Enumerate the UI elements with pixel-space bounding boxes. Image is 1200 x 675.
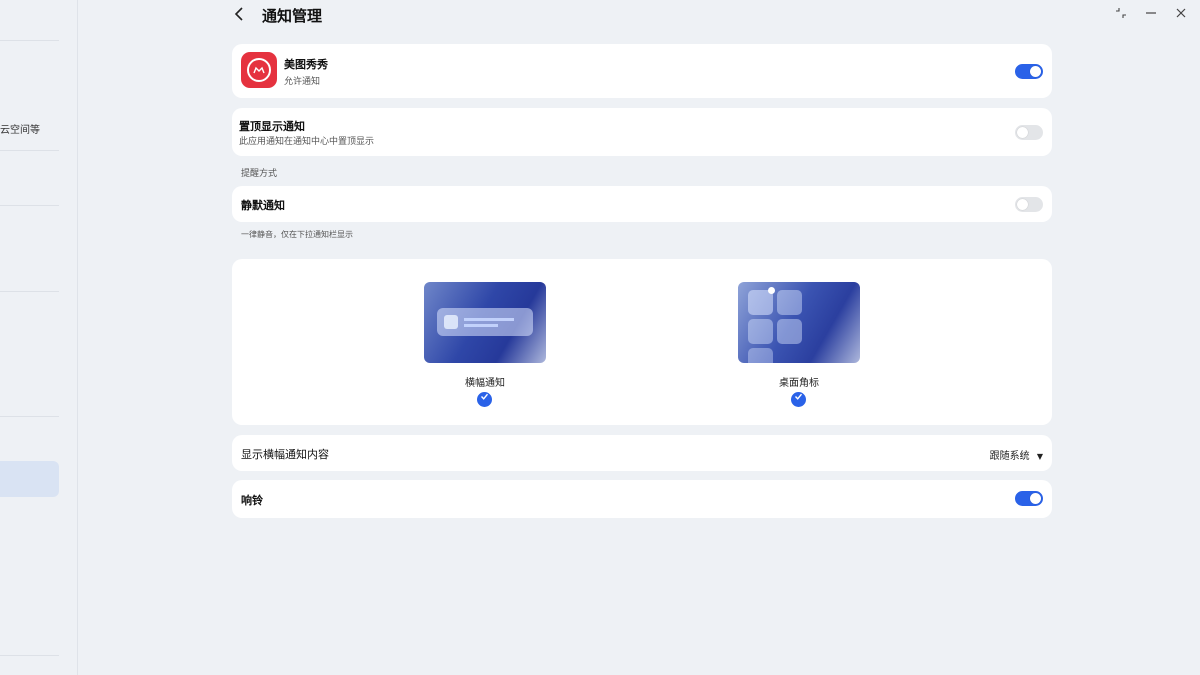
- badge-preview-app: [748, 319, 773, 344]
- pin-notification-card: 置顶显示通知 此应用通知在通知中心中置顶显示: [232, 108, 1052, 156]
- desktop-badge-checkbox[interactable]: [791, 392, 806, 407]
- app-name: 美图秀秀: [284, 58, 328, 71]
- app-logo-mark: [253, 66, 265, 74]
- sidebar-item-cloud-space[interactable]: 云空间等: [0, 121, 40, 136]
- toggle-knob: [1017, 199, 1028, 210]
- sidebar-divider: [0, 291, 59, 292]
- minimize-button[interactable]: [1142, 6, 1160, 24]
- restore-button[interactable]: [1112, 6, 1130, 24]
- close-button[interactable]: [1172, 6, 1190, 24]
- badge-preview-app: [748, 348, 773, 363]
- banner-content-card[interactable]: 显示横幅通知内容 跟随系统 ▼: [232, 435, 1052, 471]
- ringtone-title: 响铃: [241, 494, 263, 507]
- banner-content-value: 跟随系统: [989, 451, 1030, 462]
- sidebar-item-active[interactable]: [0, 461, 59, 497]
- alert-section-label: 提醒方式: [241, 169, 278, 179]
- banner-notification-label: 横幅通知: [465, 378, 505, 389]
- ringtone-toggle[interactable]: [1015, 491, 1043, 506]
- toggle-knob: [1030, 493, 1041, 504]
- banner-preview-line: [464, 324, 498, 327]
- back-button[interactable]: [232, 6, 250, 26]
- ringtone-card: 响铃: [232, 480, 1052, 518]
- banner-content-dropdown[interactable]: 跟随系统 ▼: [990, 447, 1043, 462]
- toggle-knob: [1030, 66, 1041, 77]
- app-icon: [241, 52, 277, 88]
- banner-notification-checkbox[interactable]: [477, 392, 492, 407]
- sidebar-divider: [0, 416, 59, 417]
- badge-preview-app: [777, 290, 802, 315]
- banner-preview-line: [464, 318, 514, 321]
- app-subtitle: 允许通知: [284, 77, 321, 87]
- silent-notification-title: 静默通知: [241, 199, 285, 212]
- banner-preview-image[interactable]: [424, 282, 546, 363]
- desktop-badge-label: 桌面角标: [779, 378, 819, 389]
- sidebar: 云空间等: [0, 0, 78, 675]
- badge-preview-image[interactable]: [738, 282, 860, 363]
- silent-notification-card: 静默通知: [232, 186, 1052, 222]
- checkmark-icon: [480, 393, 489, 400]
- banner-content-title: 显示横幅通知内容: [241, 448, 329, 461]
- page-title: 通知管理: [262, 7, 323, 25]
- pin-notification-subtitle: 此应用通知在通知中心中置顶显示: [239, 137, 375, 147]
- chevron-left-icon: [234, 7, 243, 21]
- sidebar-divider: [0, 205, 59, 206]
- badge-dot: [768, 287, 775, 294]
- silent-notification-toggle[interactable]: [1015, 197, 1043, 212]
- banner-preview-app: [444, 315, 458, 329]
- dropdown-arrow-icon: ▼: [1036, 452, 1043, 461]
- close-icon: [1176, 8, 1186, 18]
- silent-notification-hint: 一律静音，仅在下拉通知栏显示: [241, 230, 353, 239]
- minimize-icon: [1146, 12, 1156, 14]
- toggle-knob: [1017, 127, 1028, 138]
- app-card: 美图秀秀 允许通知: [232, 44, 1052, 98]
- pin-notification-title: 置顶显示通知: [239, 120, 305, 133]
- restore-icon: [1116, 8, 1126, 18]
- sidebar-divider: [0, 150, 59, 151]
- notification-style-card: 横幅通知 桌面角标: [232, 259, 1052, 425]
- pin-notification-toggle[interactable]: [1015, 125, 1043, 140]
- badge-preview-app: [777, 319, 802, 344]
- allow-notifications-toggle[interactable]: [1015, 64, 1043, 79]
- checkmark-icon: [794, 393, 803, 400]
- sidebar-divider: [0, 40, 59, 41]
- sidebar-divider: [0, 655, 59, 656]
